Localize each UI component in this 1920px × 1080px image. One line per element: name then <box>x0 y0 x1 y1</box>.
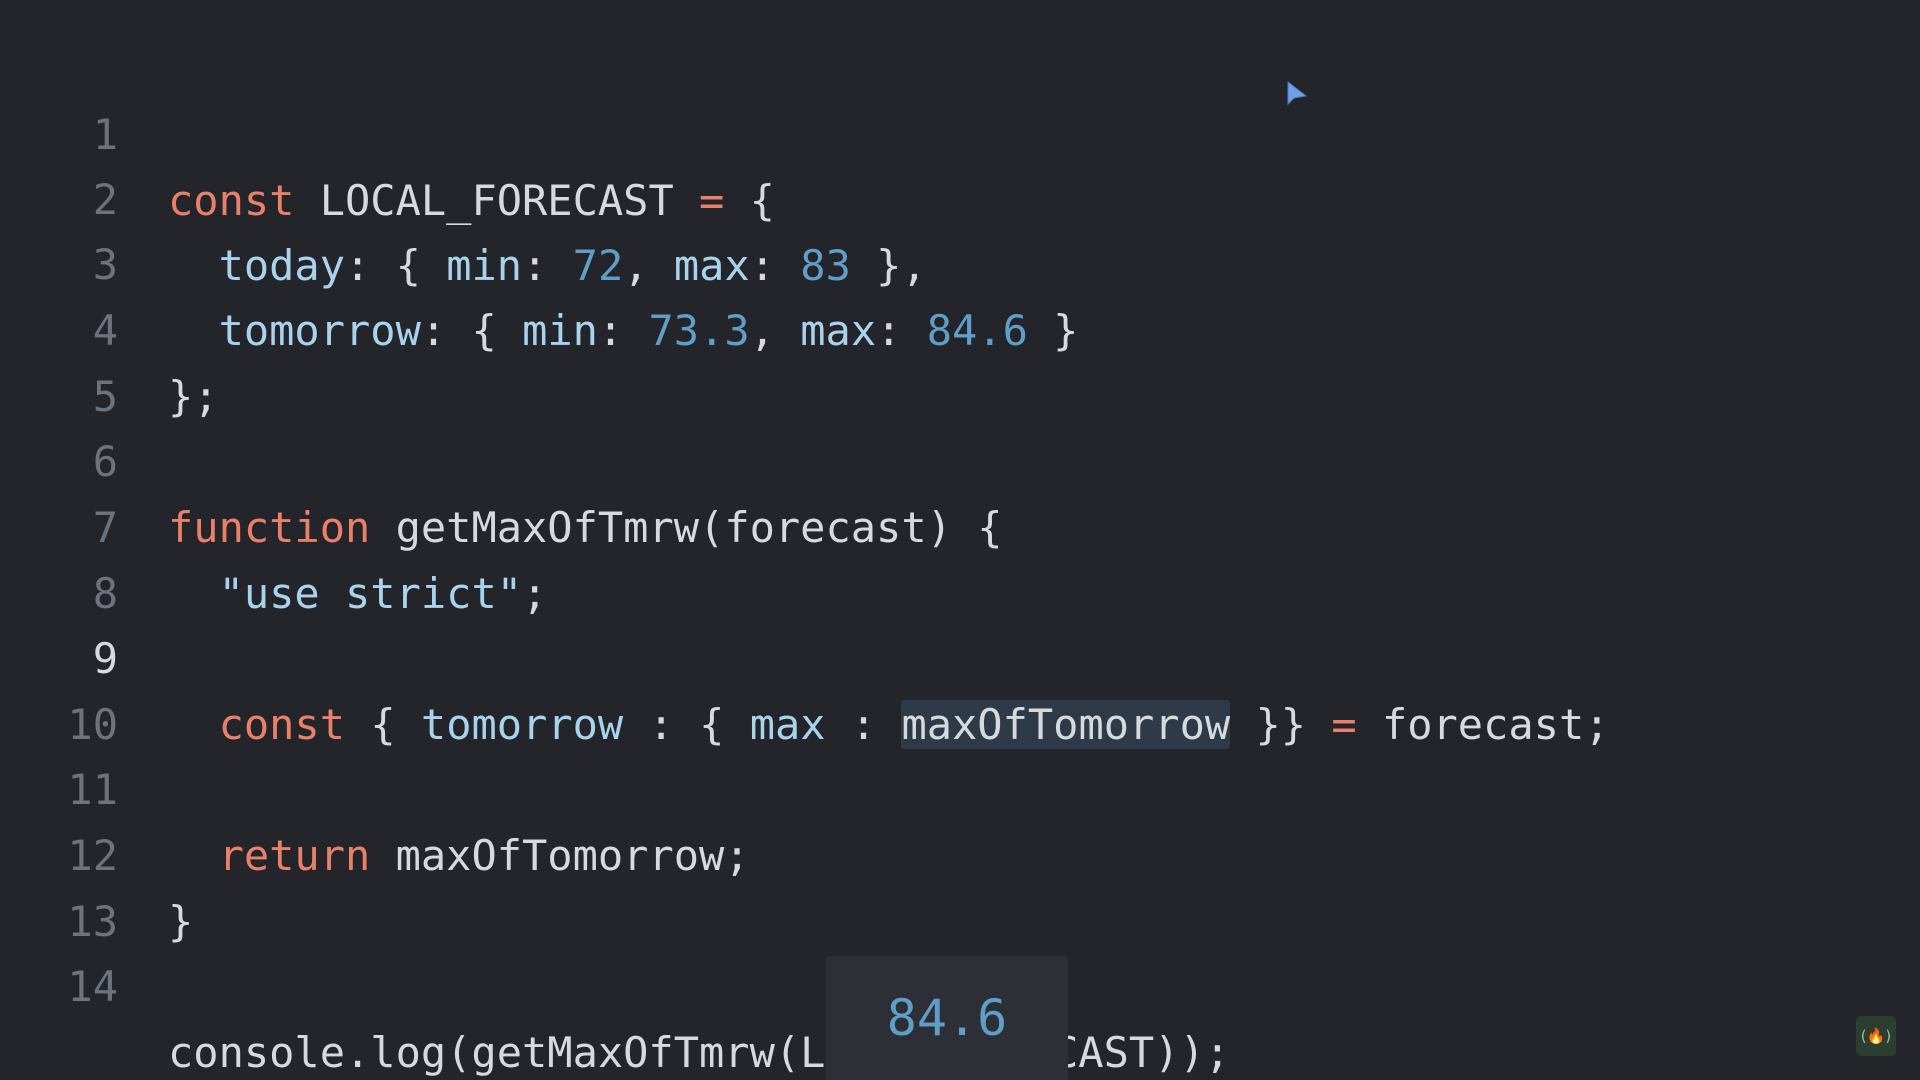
code-line-7: 7 "use strict"; <box>0 429 1920 618</box>
line-content[interactable]: console.log(getMaxOfTmrw(LOCAL_FORECAST)… <box>168 1020 1230 1080</box>
code-line-8: 8 <box>0 495 1920 618</box>
code-line-4: 4 }; <box>0 232 1920 421</box>
code-line-9: 9 const { tomorrow : { max : maxOfTomorr… <box>0 560 1920 749</box>
line-number: 14 <box>67 962 118 1011</box>
code-line-13: 13 <box>0 823 1920 946</box>
code-line-5: 5 <box>0 298 1920 421</box>
code-line-10: 10 <box>0 626 1920 749</box>
code-line-3: 3 tomorrow: { min: 73.3, max: 84.6 } <box>0 166 1920 355</box>
console-output: 84.6 <box>826 956 1068 1080</box>
code-line-14: 14 console.log(getMaxOfTmrw(LOCAL_FORECA… <box>0 888 1920 1077</box>
logo-glyph: (🔥) <box>1860 1027 1892 1045</box>
freecodecamp-logo-icon: (🔥) <box>1856 1016 1896 1056</box>
code-editor[interactable]: 1 const LOCAL_FORECAST = { 2 today: { mi… <box>0 0 1920 1080</box>
mouse-pointer-icon <box>1287 80 1308 106</box>
code-line-2: 2 today: { min: 72, max: 83 }, <box>0 101 1920 290</box>
code-line-12: 12 } <box>0 757 1920 946</box>
console-output-value: 84.6 <box>886 989 1008 1047</box>
code-line-6: 6 function getMaxOfTmrw(forecast) { <box>0 363 1920 552</box>
code-line-11: 11 return maxOfTomorrow; <box>0 691 1920 880</box>
code-line-1: 1 const LOCAL_FORECAST = { <box>0 36 1920 225</box>
